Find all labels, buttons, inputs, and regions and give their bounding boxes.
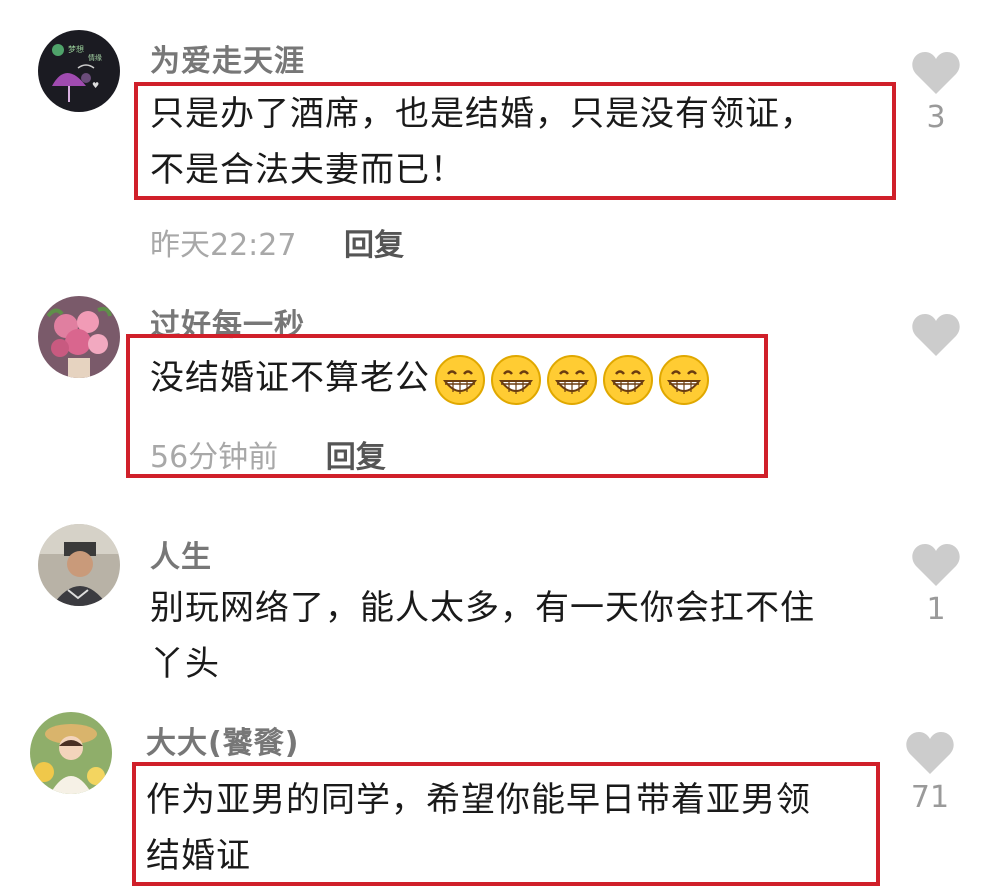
comment-meta: 昨天22:27 回复: [150, 220, 404, 264]
timestamp: 56分钟前: [150, 440, 279, 475]
grinning-face-icon: [434, 354, 486, 406]
like-button[interactable]: 71: [900, 730, 960, 815]
heart-icon: [906, 732, 954, 774]
username[interactable]: 大大(饕餮): [146, 718, 299, 762]
like-button[interactable]: 1: [906, 542, 966, 627]
reply-button[interactable]: 回复: [326, 440, 386, 475]
avatar[interactable]: [38, 296, 120, 378]
svg-text:情缘: 情缘: [88, 53, 102, 62]
grinning-face-icon: [658, 354, 710, 406]
timestamp: 昨天22:27: [150, 228, 297, 263]
comment-meta: 56分钟前 回复: [150, 432, 386, 476]
grinning-face-icon: [546, 354, 598, 406]
heart-icon: [912, 314, 960, 356]
avatar[interactable]: 梦想 情缘 ♥: [38, 30, 120, 112]
comment-line: 没结婚证不算老公: [150, 358, 430, 398]
grinning-face-icon: [602, 354, 654, 406]
comment-text: 只是办了酒席，也是结婚，只是没有领证， 不是合法夫妻而已！: [150, 86, 815, 198]
comment-line: 结婚证: [146, 836, 251, 876]
like-count: 71: [910, 780, 950, 815]
comment-text: 作为亚男的同学，希望你能早日带着亚男领 结婚证: [146, 772, 811, 884]
reply-button[interactable]: 回复: [344, 228, 404, 263]
like-button[interactable]: [906, 312, 966, 362]
comment-line: 丫头: [150, 644, 220, 684]
comment-line: 作为亚男的同学，希望你能早日带着亚男领: [146, 780, 811, 820]
comment-line: 不是合法夫妻而已！: [150, 150, 465, 190]
comment-text: 没结婚证不算老公: [150, 350, 710, 406]
comment-line: 别玩网络了，能人太多，有一天你会扛不住: [150, 588, 815, 628]
comment-text: 别玩网络了，能人太多，有一天你会扛不住 丫头: [150, 580, 815, 692]
grinning-face-icon: [490, 354, 542, 406]
heart-icon: [912, 544, 960, 586]
emoji-row: [430, 354, 710, 405]
avatar[interactable]: [30, 712, 112, 794]
like-count: 3: [926, 100, 946, 135]
comment-line: 只是办了酒席，也是结婚，只是没有领证，: [150, 94, 815, 134]
svg-text:♥: ♥: [92, 81, 99, 90]
like-count: 1: [926, 592, 946, 627]
like-button[interactable]: 3: [906, 50, 966, 135]
avatar[interactable]: [38, 524, 120, 606]
username[interactable]: 人生: [150, 532, 212, 576]
heart-icon: [912, 52, 960, 94]
username[interactable]: 为爱走天涯: [150, 36, 305, 80]
svg-text:梦想: 梦想: [68, 44, 84, 54]
